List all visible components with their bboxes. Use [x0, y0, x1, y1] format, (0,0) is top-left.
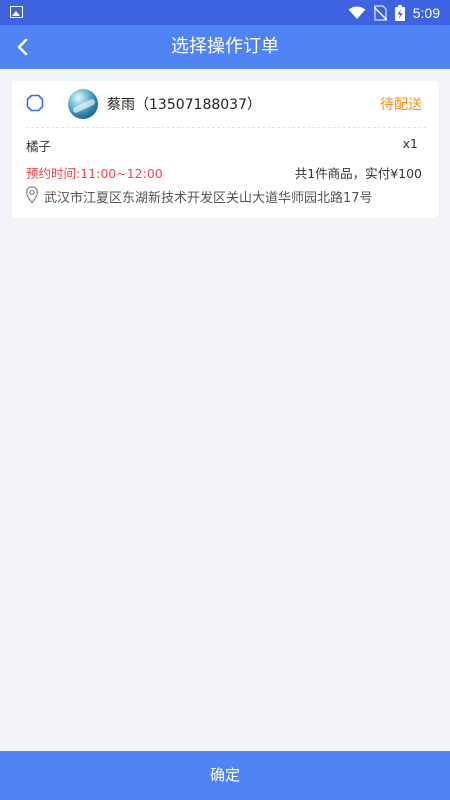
avatar — [68, 89, 98, 119]
delivery-address: 武汉市江夏区东湖新技术开发区关山大道华师园北路17号 — [44, 191, 373, 206]
select-checkbox-icon[interactable] — [26, 94, 44, 112]
navigation-bar: 选择操作订单 — [0, 25, 450, 69]
item-name: 橘子 — [26, 139, 52, 154]
no-sim-icon — [373, 4, 387, 21]
status-icons: 5:09 — [348, 3, 440, 22]
wifi-icon — [348, 6, 366, 19]
order-summary: 共1件商品，实付¥100 — [294, 166, 422, 181]
item-quantity: x1 — [402, 136, 418, 151]
location-pin-icon — [25, 186, 39, 204]
clock-time: 5:09 — [412, 4, 440, 21]
page-title: 选择操作订单 — [171, 36, 279, 57]
divider — [26, 127, 426, 128]
battery-charging-icon — [394, 4, 405, 21]
status-badge: 待配送 — [380, 97, 422, 113]
order-card[interactable]: 蔡雨（13507188037） 待配送 橘子 x1 预约时间:11:00~12:… — [12, 81, 438, 218]
status-bar: 5:09 — [0, 0, 450, 25]
image-notification-icon — [10, 6, 23, 18]
appointment-time: 预约时间:11:00~12:00 — [26, 166, 163, 181]
customer-name: 蔡雨（13507188037） — [107, 97, 261, 113]
confirm-button[interactable]: 确定 — [0, 751, 450, 800]
